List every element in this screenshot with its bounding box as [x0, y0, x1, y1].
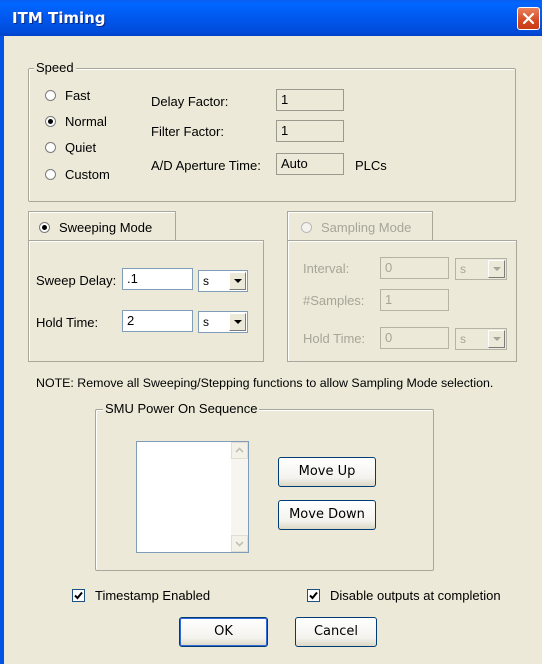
- tab-sampling-mode: Sampling Mode: [287, 211, 433, 241]
- close-icon: [522, 12, 535, 25]
- note-text: NOTE: Remove all Sweeping/Stepping funct…: [36, 376, 494, 390]
- interval-label: Interval:: [303, 261, 350, 276]
- move-up-button[interactable]: Move Up: [278, 457, 376, 487]
- hold-time-unit-value: s: [203, 315, 209, 329]
- chevron-down-icon: [488, 330, 505, 348]
- speed-custom-label[interactable]: Custom: [65, 167, 110, 182]
- window-title: ITM Timing: [12, 9, 106, 27]
- scroll-up-button[interactable]: [231, 442, 248, 459]
- sampling-hold-time-unit-select: s: [455, 328, 507, 350]
- speed-fast-label[interactable]: Fast: [65, 88, 90, 103]
- sweeping-mode-panel: [28, 240, 264, 362]
- close-button[interactable]: [517, 7, 540, 30]
- samples-label: #Samples:: [303, 293, 365, 308]
- ad-aperture-unit: PLCs: [355, 158, 387, 173]
- sampling-mode-label: Sampling Mode: [321, 220, 412, 235]
- chevron-down-icon: [488, 260, 505, 278]
- hold-time-label: Hold Time:: [36, 315, 99, 330]
- speed-normal-radio[interactable]: [45, 116, 56, 127]
- checkmark-icon: [309, 591, 318, 600]
- ok-button[interactable]: OK: [179, 617, 268, 647]
- scroll-down-button[interactable]: [231, 535, 248, 552]
- filter-factor-field: 1: [276, 120, 344, 142]
- checkmark-icon: [74, 591, 83, 600]
- delay-factor-field: 1: [276, 89, 344, 111]
- move-down-button[interactable]: Move Down: [278, 500, 376, 530]
- chevron-down-icon[interactable]: [229, 272, 246, 290]
- sweep-delay-input[interactable]: .1: [122, 268, 193, 290]
- interval-unit-select: s: [455, 258, 507, 280]
- disable-outputs-checkbox[interactable]: [307, 589, 320, 602]
- timestamp-checkbox[interactable]: [72, 589, 85, 602]
- hold-time-input[interactable]: 2: [122, 310, 193, 332]
- smu-sequence-list[interactable]: [136, 441, 249, 553]
- speed-normal-label[interactable]: Normal: [65, 114, 107, 129]
- speed-fast-radio[interactable]: [45, 90, 56, 101]
- timestamp-label[interactable]: Timestamp Enabled: [95, 588, 210, 603]
- sweep-delay-unit-value: s: [203, 274, 209, 288]
- interval-unit-value: s: [460, 262, 466, 276]
- sweeping-mode-label: Sweeping Mode: [59, 220, 153, 235]
- chevron-up-icon: [235, 447, 244, 453]
- cancel-button[interactable]: Cancel: [295, 617, 377, 647]
- sweeping-mode-radio[interactable]: [39, 222, 50, 233]
- delay-factor-label: Delay Factor:: [151, 94, 229, 109]
- disable-outputs-label[interactable]: Disable outputs at completion: [330, 588, 501, 603]
- chevron-down-icon[interactable]: [229, 313, 246, 331]
- speed-quiet-radio[interactable]: [45, 142, 56, 153]
- speed-legend: Speed: [34, 60, 76, 75]
- sweep-delay-unit-select[interactable]: s: [198, 270, 248, 292]
- filter-factor-label: Filter Factor:: [151, 124, 224, 139]
- sampling-hold-time-unit-value: s: [460, 332, 466, 346]
- sampling-mode-radio: [301, 222, 312, 233]
- sampling-hold-time-label: Hold Time:: [303, 331, 366, 346]
- ad-aperture-label: A/D Aperture Time:: [151, 158, 261, 173]
- sampling-hold-time-input: 0: [380, 327, 449, 349]
- title-bar[interactable]: ITM Timing: [0, 0, 542, 36]
- samples-input: 1: [380, 289, 449, 311]
- list-scrollbar[interactable]: [231, 442, 248, 552]
- chevron-down-icon: [235, 541, 244, 547]
- ad-aperture-field: Auto: [276, 153, 344, 175]
- tab-sweeping-mode[interactable]: Sweeping Mode: [28, 211, 176, 241]
- interval-input: 0: [380, 257, 449, 279]
- sweep-delay-label: Sweep Delay:: [36, 273, 117, 288]
- smu-sequence-legend: SMU Power On Sequence: [103, 401, 260, 416]
- speed-custom-radio[interactable]: [45, 169, 56, 180]
- speed-quiet-label[interactable]: Quiet: [65, 140, 96, 155]
- hold-time-unit-select[interactable]: s: [198, 311, 248, 333]
